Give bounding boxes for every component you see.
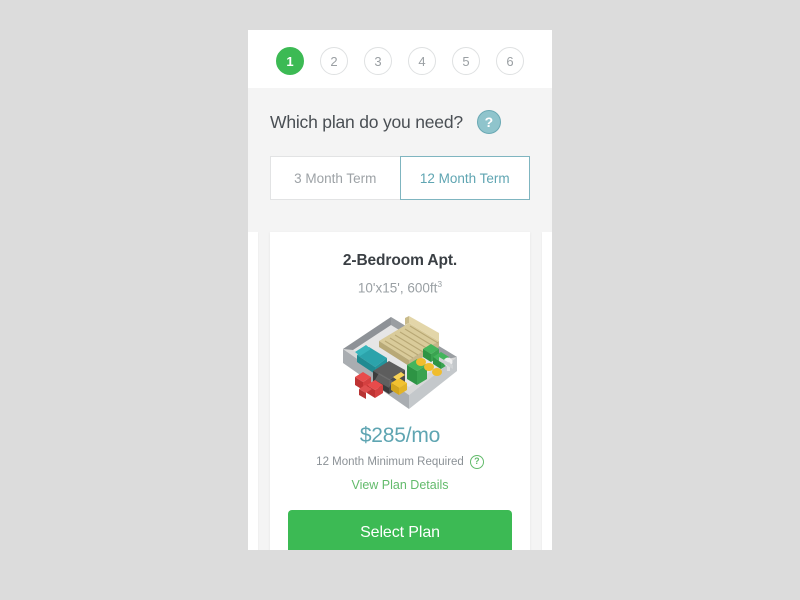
title-row: Which plan do you need? ? bbox=[270, 88, 530, 134]
page-title: Which plan do you need? bbox=[270, 111, 463, 132]
term-option-3-month[interactable]: 3 Month Term bbox=[270, 156, 400, 200]
plan-card-dimensions-text: 10'x15', 600ft bbox=[357, 280, 438, 296]
term-option-3-month-label: 3 Month Term bbox=[294, 170, 377, 186]
step-5[interactable]: 5 bbox=[452, 47, 480, 75]
term-option-12-month-label: 12 Month Term bbox=[419, 170, 510, 186]
minimum-required-row: 12 Month Minimum Required ? bbox=[288, 454, 512, 469]
title-help-glyph: ? bbox=[484, 114, 494, 130]
select-plan-button[interactable]: Select Plan bbox=[288, 509, 512, 550]
minimum-required-label: 12 Month Minimum Required bbox=[316, 455, 464, 468]
minimum-help-glyph: ? bbox=[474, 456, 480, 466]
plan-selector-panel: 1 2 3 4 5 6 Which plan do you need? ? 3 … bbox=[248, 30, 552, 550]
step-4[interactable]: 4 bbox=[408, 47, 436, 75]
plan-card-peek-previous[interactable] bbox=[248, 232, 258, 550]
step-6[interactable]: 6 bbox=[496, 47, 524, 75]
step-6-label: 6 bbox=[506, 53, 514, 69]
step-1-label: 1 bbox=[286, 53, 294, 69]
plan-card-dimensions: 10'x15', 600ft3 bbox=[288, 279, 512, 296]
step-3[interactable]: 3 bbox=[364, 47, 392, 75]
question-mark-icon[interactable]: ? bbox=[476, 110, 501, 134]
plan-carousel: 2-Bedroom Apt. 10'x15', 600ft3 $285/mo 1… bbox=[248, 226, 552, 550]
question-mark-icon[interactable]: ? bbox=[469, 454, 484, 469]
step-indicator: 1 2 3 4 5 6 bbox=[248, 30, 552, 88]
step-5-label: 5 bbox=[462, 53, 470, 69]
term-toggle-group: 3 Month Term 12 Month Term bbox=[270, 156, 530, 200]
plan-card-peek-next[interactable] bbox=[542, 232, 552, 550]
question-header-band: Which plan do you need? ? 3 Month Term 1… bbox=[248, 88, 552, 226]
storage-unit-svg bbox=[343, 315, 457, 409]
term-option-12-month[interactable]: 12 Month Term bbox=[399, 156, 530, 200]
storage-unit-isometric-illustration bbox=[288, 302, 512, 420]
step-4-label: 4 bbox=[418, 53, 426, 69]
plan-price: $285/mo bbox=[359, 423, 441, 447]
plan-card-title: 2-Bedroom Apt. bbox=[342, 252, 458, 269]
step-3-label: 3 bbox=[374, 53, 382, 69]
step-1[interactable]: 1 bbox=[276, 47, 304, 75]
plan-card-dimensions-superscript: 3 bbox=[437, 279, 443, 289]
plan-card: 2-Bedroom Apt. 10'x15', 600ft3 $285/mo 1… bbox=[270, 232, 530, 550]
step-2-label: 2 bbox=[330, 53, 338, 69]
view-plan-details-link[interactable]: View Plan Details bbox=[288, 478, 512, 492]
step-2[interactable]: 2 bbox=[320, 47, 348, 75]
